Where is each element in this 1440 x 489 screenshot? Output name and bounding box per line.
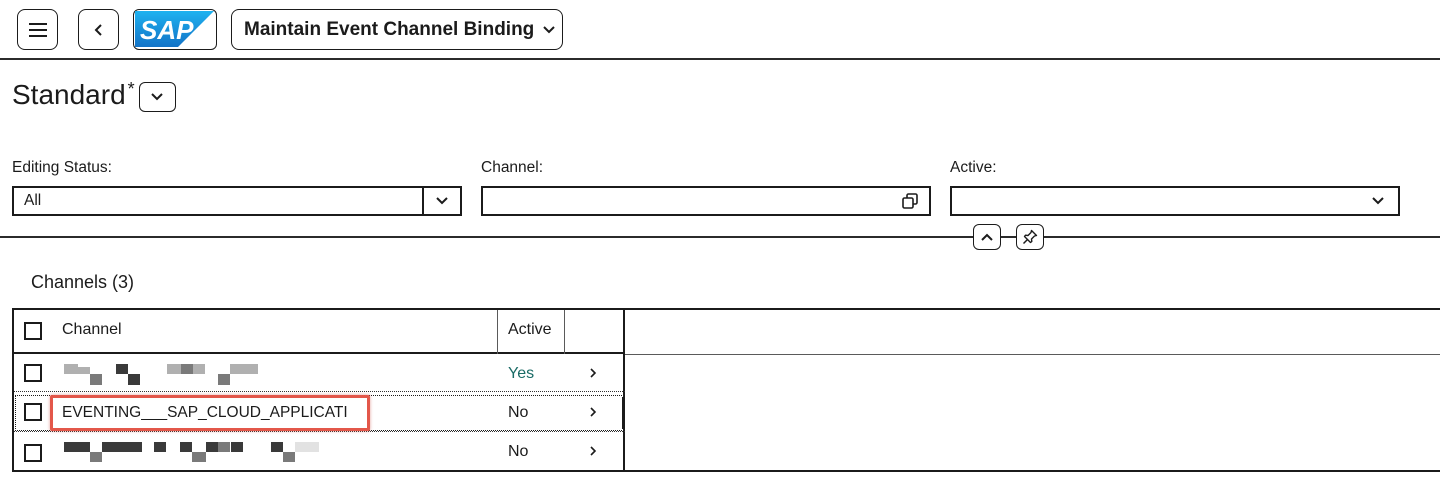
collapse-header-button[interactable]: [973, 224, 1001, 250]
chevron-right-icon: [590, 407, 597, 417]
app-title-menu[interactable]: Maintain Event Channel Binding: [231, 9, 563, 50]
logo-text: SAP: [140, 15, 194, 45]
table-header-row: Channel Active: [14, 310, 625, 354]
editing-status-label: Editing Status:: [12, 159, 112, 176]
menu-button[interactable]: [17, 9, 58, 50]
channel-name: EVENTING___SAP_CLOUD_APPLICATI: [62, 404, 348, 421]
channel-value-help-button[interactable]: [891, 188, 929, 214]
row-checkbox[interactable]: [24, 403, 42, 421]
editing-status-value: All: [24, 192, 42, 209]
table-row[interactable]: Yes: [14, 354, 625, 392]
row-navigation[interactable]: [585, 365, 601, 381]
row-checkbox[interactable]: [24, 364, 42, 382]
column-divider: [497, 310, 498, 354]
chevron-right-icon: [590, 446, 597, 456]
table-row[interactable]: EVENTING___SAP_CLOUD_APPLICATI No: [14, 394, 625, 432]
pin-header-button[interactable]: [1016, 224, 1044, 250]
channel-filter-label: Channel:: [481, 159, 544, 176]
active-filter-select[interactable]: [950, 186, 1400, 216]
active-dropdown-button[interactable]: [1358, 188, 1398, 214]
pin-icon: [1022, 229, 1038, 245]
active-value: No: [508, 443, 529, 460]
column-divider: [564, 310, 565, 354]
focus-indicator: [622, 397, 624, 429]
table-body: Channel Active Yes EVENTING___SAP_CLOUD_…: [14, 310, 625, 470]
variant-name: Standard: [12, 79, 126, 110]
channels-table: Channel Active Yes EVENTING___SAP_CLOUD_…: [12, 308, 1440, 472]
editing-status-select[interactable]: All: [12, 186, 462, 216]
shell-bar: SAP Maintain Event Channel Binding: [0, 0, 1440, 60]
back-button[interactable]: [78, 9, 119, 50]
chevron-right-icon: [590, 368, 597, 378]
hamburger-icon: [28, 22, 47, 37]
variant-management: Standard *: [12, 78, 176, 112]
chevron-up-icon: [981, 233, 993, 241]
chevron-down-icon: [1372, 197, 1384, 205]
chevron-down-icon: [151, 93, 163, 101]
table-row[interactable]: No: [14, 432, 625, 470]
column-header-channel[interactable]: Channel: [62, 321, 122, 339]
active-value: No: [508, 404, 529, 421]
chevron-left-icon: [94, 23, 102, 36]
chevron-down-icon: [543, 25, 556, 33]
row-checkbox[interactable]: [24, 444, 42, 462]
header-row-extension: [625, 354, 1440, 355]
chevron-down-icon: [436, 197, 448, 205]
variant-modified-marker: *: [127, 79, 135, 99]
row-navigation[interactable]: [585, 443, 601, 459]
active-filter-label: Active:: [950, 159, 997, 176]
select-all-checkbox[interactable]: [24, 322, 42, 340]
app-title: Maintain Event Channel Binding: [244, 18, 535, 40]
column-header-active[interactable]: Active: [508, 321, 552, 339]
row-navigation[interactable]: [585, 404, 601, 420]
copy-value-help-icon: [902, 193, 918, 209]
channel-filter-input[interactable]: [481, 186, 931, 216]
header-divider: [0, 236, 1440, 238]
sap-logo[interactable]: SAP: [133, 9, 217, 50]
variant-dropdown-button[interactable]: [138, 82, 176, 112]
editing-status-dropdown-button[interactable]: [422, 188, 460, 214]
active-value: Yes: [508, 365, 535, 382]
table-title: Channels (3): [31, 272, 135, 292]
